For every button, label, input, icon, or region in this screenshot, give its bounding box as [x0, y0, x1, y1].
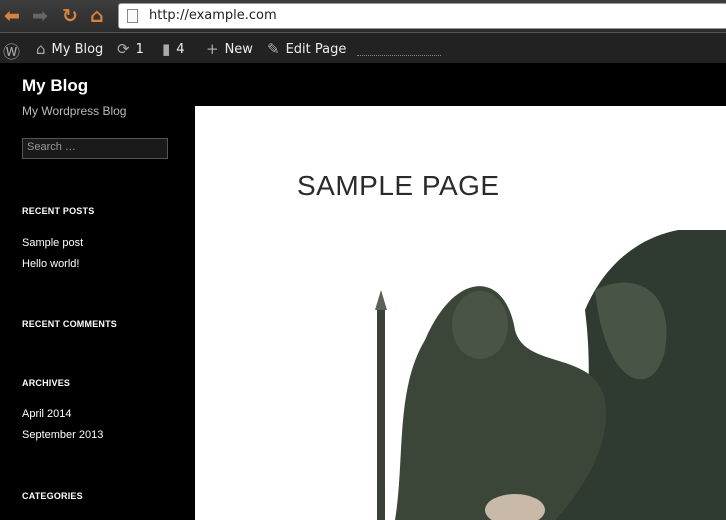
edit-label: Edit Page	[285, 41, 347, 57]
new-link[interactable]: + New	[206, 40, 253, 58]
categories-heading: CATEGORIES	[22, 491, 83, 501]
url-text: http://example.com	[149, 8, 277, 23]
page-icon	[127, 9, 138, 23]
archive-link[interactable]: September 2013	[22, 425, 103, 446]
edit-page-link[interactable]: ✎ Edit Page	[267, 40, 346, 58]
site-title[interactable]: My Blog	[22, 76, 88, 96]
my-blog-link[interactable]: ⌂ My Blog	[36, 40, 103, 58]
updates-link[interactable]: ⟳ 1	[117, 40, 144, 58]
divider	[357, 55, 441, 56]
sidebar: My Blog My Wordpress Blog Search … RECEN…	[0, 63, 195, 520]
address-bar[interactable]: http://example.com	[118, 3, 726, 29]
updates-count: 1	[135, 41, 144, 57]
forward-button[interactable]: ➡	[32, 6, 48, 26]
wordpress-icon: Ⓦ	[3, 43, 20, 63]
back-button[interactable]: ⬅	[4, 6, 20, 26]
site-tagline: My Wordpress Blog	[22, 104, 127, 118]
wordpress-logo-button[interactable]: Ⓦ	[3, 38, 20, 63]
recent-comments-heading: RECENT COMMENTS	[22, 319, 117, 329]
home-icon: ⌂	[36, 40, 46, 58]
home-button[interactable]: ⌂	[90, 6, 104, 26]
updates-icon: ⟳	[117, 40, 130, 58]
page-title: SAMPLE PAGE	[297, 170, 500, 201]
recent-posts-heading: RECENT POSTS	[22, 206, 95, 216]
comments-count: 4	[176, 41, 185, 57]
comments-link[interactable]: ▮ 4	[162, 40, 185, 58]
site-label: My Blog	[51, 41, 104, 57]
post-link[interactable]: Sample post	[22, 233, 83, 254]
admin-bar: Ⓦ ⌂ My Blog ⟳ 1 ▮ 4 + New ✎ Edit Page	[0, 33, 726, 63]
statue-image	[375, 230, 726, 520]
archive-link[interactable]: April 2014	[22, 404, 72, 425]
plus-icon: +	[206, 40, 219, 58]
search-input[interactable]: Search …	[22, 138, 168, 159]
archives-heading: ARCHIVES	[22, 378, 71, 388]
browser-toolbar: ⬅ ➡ ↻ ⌂ http://example.com	[0, 0, 726, 33]
post-link[interactable]: Hello world!	[22, 254, 79, 275]
comment-icon: ▮	[162, 40, 171, 58]
pencil-icon: ✎	[267, 40, 280, 58]
reload-button[interactable]: ↻	[62, 6, 78, 26]
main-content: SAMPLE PAGE	[195, 106, 726, 520]
new-label: New	[224, 41, 253, 57]
